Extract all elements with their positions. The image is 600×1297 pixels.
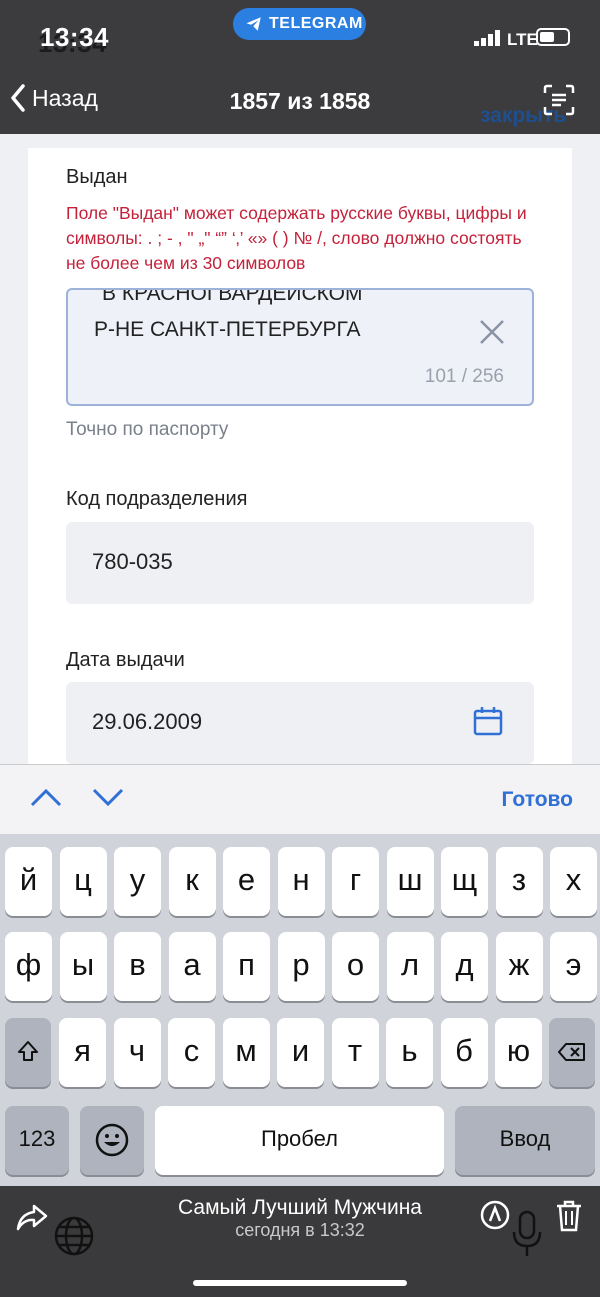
backspace-key[interactable] <box>549 1018 595 1087</box>
key-ы[interactable]: ы <box>59 932 107 1001</box>
status-bar: 13:34 13:34 TELEGRAM LTE <box>0 0 600 68</box>
key-ь[interactable]: ь <box>386 1018 433 1087</box>
char-counter: 101 / 256 <box>424 366 504 387</box>
key-с[interactable]: с <box>168 1018 215 1087</box>
status-time: 13:34 <box>40 22 109 52</box>
numbers-key[interactable]: 123 <box>5 1106 69 1175</box>
shift-key[interactable] <box>5 1018 51 1087</box>
key-л[interactable]: л <box>386 932 434 1001</box>
key-х[interactable]: х <box>550 847 597 916</box>
key-в[interactable]: в <box>114 932 161 1001</box>
keyboard: йцукенгшщзх фывапролджэ ячсмитьбю 123 Пр… <box>0 834 600 1186</box>
home-indicator <box>193 1280 407 1286</box>
issued-hint: Точно по паспорту <box>66 419 229 440</box>
shift-icon <box>18 1041 38 1061</box>
issue-date-label: Дата выдачи <box>66 649 185 671</box>
division-code-label: Код подразделения <box>66 488 248 510</box>
trash-icon[interactable] <box>555 1200 583 1232</box>
key-з[interactable]: з <box>495 847 543 916</box>
backspace-icon <box>558 1043 585 1061</box>
key-т[interactable]: т <box>331 1018 379 1087</box>
media-bottom-bar: Самый Лучший Мужчина сегодня в 13:32 <box>0 1186 600 1297</box>
division-code-value: 780-035 <box>92 549 173 574</box>
keyboard-accessory-bar: Готово <box>0 764 600 835</box>
scan-text-icon[interactable] <box>543 84 575 116</box>
key-о[interactable]: о <box>332 932 379 1001</box>
return-key[interactable]: Ввод <box>455 1106 595 1175</box>
chevron-up-icon[interactable] <box>30 787 62 807</box>
key-д[interactable]: д <box>441 932 488 1001</box>
chevron-down-icon[interactable] <box>92 787 124 807</box>
key-щ[interactable]: щ <box>441 847 488 916</box>
issued-text-line-1: В КРАСНОГВАРДЕЙСКОМ <box>102 288 363 305</box>
key-ц[interactable]: ц <box>59 847 107 916</box>
key-н[interactable]: н <box>277 847 325 916</box>
key-и[interactable]: и <box>277 1018 324 1087</box>
key-п[interactable]: п <box>223 932 270 1001</box>
calendar-icon[interactable] <box>473 706 503 736</box>
signal-icon <box>474 30 500 46</box>
issue-date-field[interactable]: 29.06.2009 <box>66 682 534 764</box>
issued-error-message: Поле "Выдан" может содержать русские бук… <box>66 203 527 273</box>
emoji-icon <box>95 1123 129 1157</box>
key-м[interactable]: м <box>222 1018 270 1087</box>
key-е[interactable]: е <box>223 847 270 916</box>
clear-icon[interactable] <box>478 318 506 346</box>
division-code-field[interactable]: 780-035 <box>66 522 534 604</box>
telegram-icon <box>246 17 261 31</box>
battery-icon <box>536 28 570 46</box>
key-б[interactable]: б <box>440 1018 488 1087</box>
network-type: LTE <box>507 30 538 49</box>
key-а[interactable]: а <box>168 932 216 1001</box>
key-ю[interactable]: ю <box>495 1018 542 1087</box>
issued-textarea[interactable]: В КРАСНОГВАРДЕЙСКОМ Р-НЕ САНКТ-ПЕТЕРБУРГ… <box>66 288 534 406</box>
done-button[interactable]: Готово <box>502 788 573 812</box>
key-й[interactable]: й <box>5 847 52 916</box>
issue-date-value: 29.06.2009 <box>92 709 203 734</box>
key-ч[interactable]: ч <box>113 1018 161 1087</box>
microphone-icon[interactable] <box>510 1210 544 1258</box>
telegram-pill-label: TELEGRAM <box>269 15 363 32</box>
form-content: Выдан Поле "Выдан" может содержать русск… <box>0 134 600 764</box>
issued-label: Выдан <box>66 166 128 188</box>
issued-text-line-2: Р-НЕ САНКТ-ПЕТЕРБУРГА <box>94 318 361 341</box>
key-к[interactable]: к <box>168 847 216 916</box>
key-г[interactable]: г <box>332 847 379 916</box>
key-ш[interactable]: ш <box>386 847 434 916</box>
key-ф[interactable]: ф <box>5 932 52 1001</box>
key-у[interactable]: у <box>114 847 161 916</box>
key-я[interactable]: я <box>59 1018 106 1087</box>
emoji-key[interactable] <box>80 1106 144 1175</box>
markup-icon[interactable] <box>480 1200 510 1230</box>
space-key[interactable]: Пробел <box>155 1106 444 1175</box>
telegram-return-pill[interactable]: TELEGRAM <box>233 8 366 40</box>
key-ж[interactable]: ж <box>495 932 543 1001</box>
key-р[interactable]: р <box>277 932 325 1001</box>
nav-bar: Назад 1857 из 1858 закрыть <box>0 68 600 135</box>
key-э[interactable]: э <box>550 932 597 1001</box>
